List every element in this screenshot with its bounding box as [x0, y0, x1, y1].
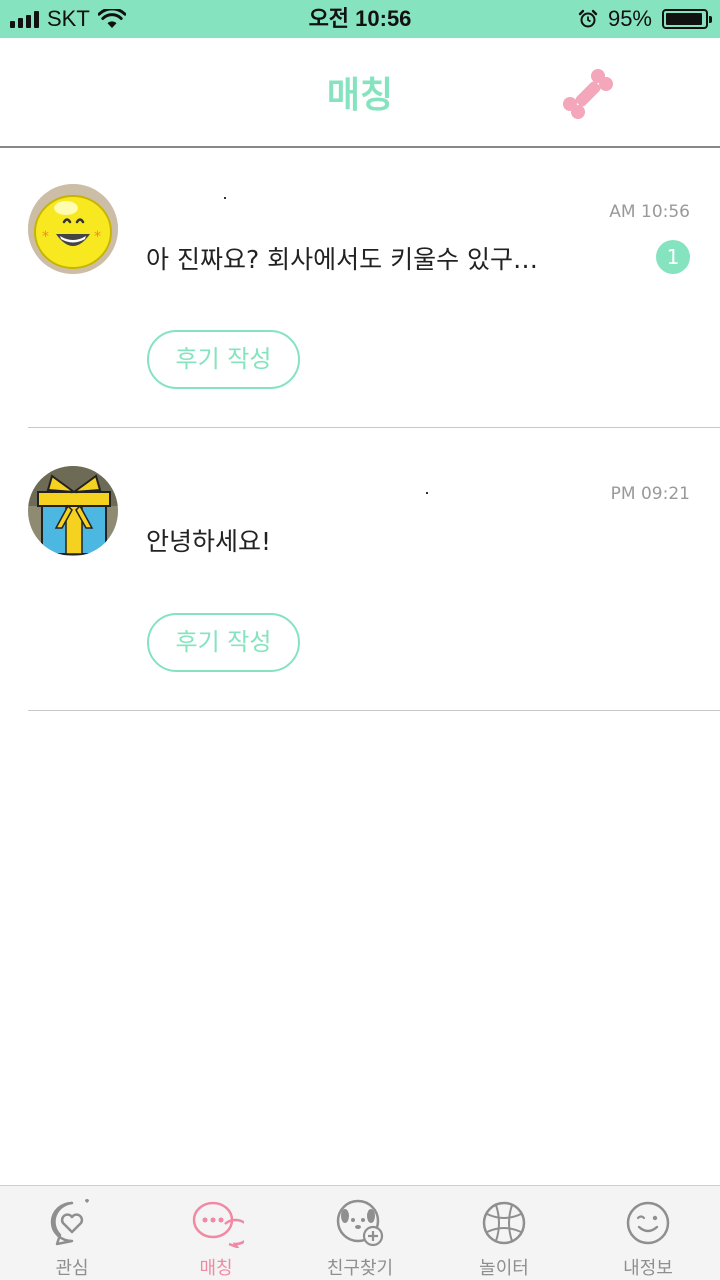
chat-time: AM 10:56 [609, 202, 690, 222]
write-review-button[interactable]: 후기 작성 [147, 613, 300, 672]
heart-bubble-icon [50, 1199, 89, 1246]
status-right: 95% [578, 0, 712, 38]
chat-last-message: 안녕하세요! [146, 527, 272, 556]
name-placeholder [224, 197, 226, 199]
dog-add-icon [336, 1199, 384, 1247]
svg-text:*: * [94, 229, 101, 245]
tab-label: 친구찾기 [326, 1258, 394, 1279]
unread-badge: 1 [656, 240, 690, 274]
bone-button[interactable] [560, 66, 616, 122]
tab-matching[interactable]: 매칭 [144, 1186, 288, 1280]
tab-label: 놀이터 [479, 1258, 529, 1279]
battery-icon [662, 9, 712, 29]
tab-label: 내정보 [623, 1258, 673, 1279]
svg-text:*: * [42, 229, 49, 245]
chat-time: PM 09:21 [610, 484, 690, 504]
avatar[interactable]: * * [28, 184, 118, 274]
face-icon [626, 1201, 670, 1245]
chat-bubbles-icon [192, 1201, 244, 1248]
battery-percent: 95% [607, 6, 652, 31]
battery-fill [666, 13, 703, 25]
status-bar: SKT 오전 10:56 95% [0, 0, 720, 38]
alarm-icon [578, 9, 598, 28]
tab-playground[interactable]: 놀이터 [432, 1186, 576, 1280]
tab-bar: 관심 매칭 친구찾기 놀이터 내정보 [0, 1185, 720, 1280]
tab-my-info[interactable]: 내정보 [576, 1186, 720, 1280]
yellow-smiley-avatar-icon: * * [28, 184, 118, 274]
gift-box-avatar-icon [28, 466, 118, 556]
chat-list-item[interactable]: PM 09:21 안녕하세요! 후기 작성 [28, 432, 720, 711]
write-review-button[interactable]: 후기 작성 [147, 330, 300, 389]
tab-label: 관심 [55, 1258, 89, 1279]
tab-interest[interactable]: 관심 [0, 1186, 144, 1280]
name-placeholder [426, 492, 428, 494]
chat-last-message: 아 진짜요? 회사에서도 키울수 있구… [146, 245, 539, 274]
bone-icon [563, 69, 613, 119]
avatar[interactable] [28, 466, 118, 556]
tab-label: 매칭 [199, 1258, 233, 1279]
tab-find-friends[interactable]: 친구찾기 [288, 1186, 432, 1280]
header: 매칭 [0, 38, 720, 148]
chat-list-item[interactable]: * * AM 10:56 아 진짜요? 회사에서도 키울수 있구… 1 후기 작… [28, 150, 720, 428]
ball-icon [482, 1201, 526, 1245]
